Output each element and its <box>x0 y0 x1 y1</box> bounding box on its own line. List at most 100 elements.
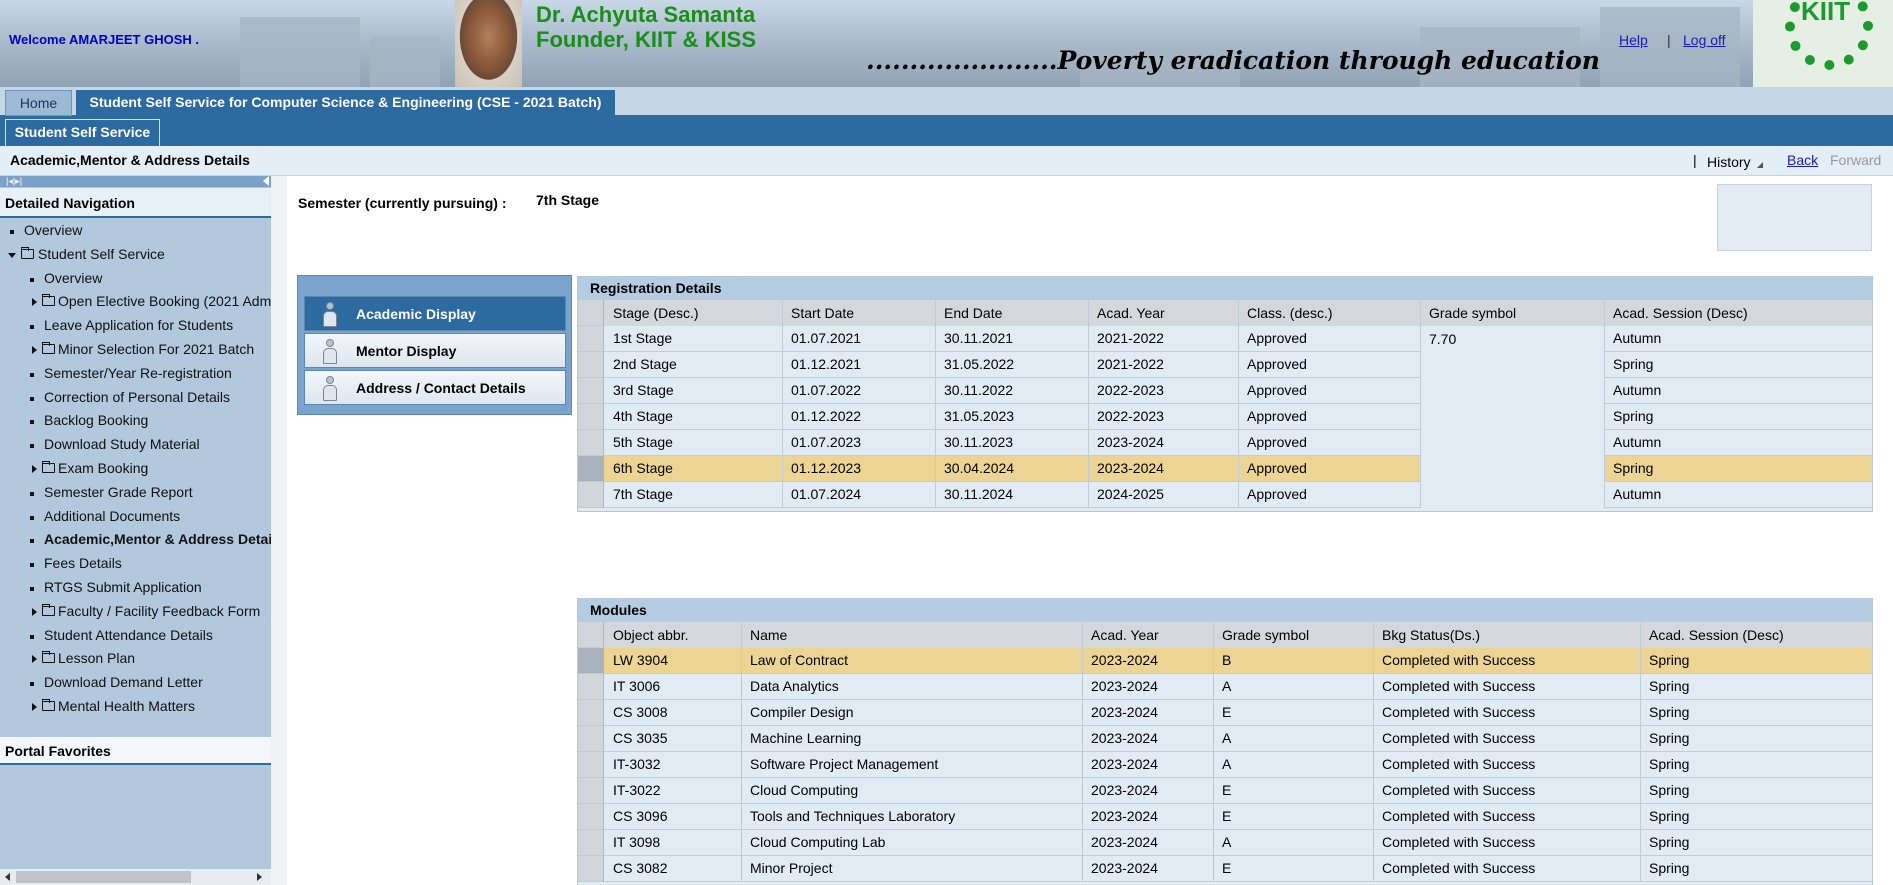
collapse-arrow-icon[interactable] <box>263 176 269 186</box>
table-row[interactable]: LW 3904 Law of Contract 2023-2024 B Complete… <box>578 648 1873 674</box>
row-selector[interactable] <box>578 326 604 352</box>
tab-address-contact-details[interactable]: Address / Contact Details <box>304 370 566 405</box>
table-row[interactable]: CS 3008 Compiler Design 2023-2024 E Complete… <box>578 700 1873 726</box>
sidebar-item[interactable]: Semester/Year Re-registration <box>20 365 271 387</box>
table-cell: 2024-2025 <box>1089 482 1239 508</box>
row-selector[interactable] <box>578 456 604 482</box>
tab-student-self-service-cse[interactable]: Student Self Service for Computer Scienc… <box>76 90 615 116</box>
collapsed-arrow-icon[interactable] <box>32 655 37 664</box>
sidebar-item[interactable]: Faculty / Facility Feedback Form <box>20 603 271 625</box>
sidebar-toggle-bar[interactable]: |◂|▸| <box>0 176 271 187</box>
back-link[interactable]: Back <box>1787 152 1818 168</box>
tab-academic-display[interactable]: Academic Display <box>304 296 566 331</box>
column-header[interactable]: End Date <box>936 300 1089 326</box>
row-selector[interactable] <box>578 648 604 674</box>
column-header[interactable]: Acad. Year <box>1089 300 1239 326</box>
sidebar-item[interactable]: Leave Application for Students <box>20 317 271 339</box>
sidebar-item[interactable]: Student Attendance Details <box>20 627 271 649</box>
row-selector[interactable] <box>578 404 604 430</box>
horizontal-scrollbar[interactable] <box>0 869 271 885</box>
row-selector[interactable] <box>578 804 604 830</box>
table-row[interactable]: CS 3035 Machine Learning 2023-2024 A Complet… <box>578 726 1873 752</box>
row-selector[interactable] <box>578 856 604 882</box>
table-row[interactable]: IT 3098 Cloud Computing Lab 2023-2024 A Comp… <box>578 830 1873 856</box>
column-header[interactable]: Class. (desc.) <box>1239 300 1421 326</box>
column-header[interactable]: Start Date <box>783 300 936 326</box>
select-all-cell[interactable] <box>578 300 604 326</box>
collapsed-arrow-icon[interactable] <box>32 703 37 711</box>
help-link[interactable]: Help <box>1619 32 1648 48</box>
sidebar-item[interactable]: Student Self Service <box>0 246 271 268</box>
table-row[interactable]: 6th Stage 01.12.2023 30.04.2024 2023-2024 Ap… <box>578 456 1873 482</box>
row-selector[interactable] <box>578 378 604 404</box>
sidebar-item[interactable]: Download Study Material <box>20 436 271 458</box>
sidebar-item[interactable]: Semester Grade Report <box>20 484 271 506</box>
table-cell: Spring <box>1641 674 1873 700</box>
tab-student-self-service[interactable]: Student Self Service <box>5 119 160 146</box>
table-row[interactable]: IT-3022 Cloud Computing 2023-2024 E Complete… <box>578 778 1873 804</box>
row-selector[interactable] <box>578 830 604 856</box>
sidebar-item[interactable]: Academic,Mentor & Address Detai <box>20 531 271 553</box>
history-dropdown-icon[interactable] <box>1757 162 1763 168</box>
tab-mentor-display[interactable]: Mentor Display <box>304 333 566 368</box>
scrollbar-thumb[interactable] <box>16 871 191 883</box>
tab-home[interactable]: Home <box>5 90 72 116</box>
sidebar-item[interactable]: Correction of Personal Details <box>20 389 271 411</box>
column-header[interactable]: Name <box>742 622 1083 648</box>
table-row[interactable]: IT 3006 Data Analytics 2023-2024 A Completed… <box>578 674 1873 700</box>
scroll-right-icon[interactable] <box>257 873 262 881</box>
column-header[interactable]: Stage (Desc.) <box>605 300 783 326</box>
history-dropdown[interactable]: History <box>1707 154 1751 170</box>
table-row[interactable]: 5th Stage 01.07.2023 30.11.2023 2023-2024 Ap… <box>578 430 1873 456</box>
row-selector[interactable] <box>578 674 604 700</box>
table-cell: Compiler Design <box>742 700 1083 726</box>
sidebar-item[interactable]: Open Elective Booking (2021 Adm <box>20 293 271 315</box>
table-row[interactable]: 3rd Stage 01.07.2022 30.11.2022 2022-2023 Ap… <box>578 378 1873 404</box>
row-selector[interactable] <box>578 430 604 456</box>
row-selector[interactable] <box>578 482 604 508</box>
logoff-link[interactable]: Log off <box>1683 32 1726 48</box>
sidebar-item[interactable]: Fees Details <box>20 555 271 577</box>
table-row[interactable]: CS 3082 Minor Project 2023-2024 E Completed … <box>578 856 1873 882</box>
row-selector[interactable] <box>578 752 604 778</box>
collapsed-arrow-icon[interactable] <box>32 298 37 307</box>
collapsed-arrow-icon[interactable] <box>32 465 37 473</box>
table-row[interactable]: 7th Stage 01.07.2024 30.11.2024 2024-2025 Ap… <box>578 482 1873 508</box>
row-selector[interactable] <box>578 352 604 378</box>
expanded-arrow-icon[interactable] <box>8 252 16 258</box>
sidebar-item[interactable]: Overview <box>20 270 271 292</box>
sidebar-toggle-icons[interactable]: |◂|▸| <box>6 176 22 187</box>
collapsed-arrow-icon[interactable] <box>32 607 37 616</box>
sidebar-splitter[interactable] <box>271 176 287 885</box>
sidebar-item[interactable]: Backlog Booking <box>20 412 271 434</box>
column-header[interactable]: Grade symbol <box>1214 622 1374 648</box>
row-selector[interactable] <box>578 778 604 804</box>
column-header[interactable]: Acad. Session (Desc) <box>1605 300 1873 326</box>
scroll-left-icon[interactable] <box>5 873 10 881</box>
table-cell: IT 3006 <box>605 674 742 700</box>
sidebar-item[interactable]: Additional Documents <box>20 508 271 530</box>
table-cell: Approved <box>1239 456 1421 482</box>
column-header[interactable]: Object abbr. <box>605 622 742 648</box>
sidebar-item[interactable]: Exam Booking <box>20 460 271 482</box>
table-cell: IT 3098 <box>605 830 742 856</box>
sidebar-item[interactable]: Download Demand Letter <box>20 674 271 696</box>
collapsed-arrow-icon[interactable] <box>32 346 37 354</box>
table-row[interactable]: CS 3096 Tools and Techniques Laboratory 20… <box>578 804 1873 830</box>
table-row[interactable]: 2nd Stage 01.12.2021 31.05.2022 2021-2022 Ap… <box>578 352 1873 378</box>
sidebar-item[interactable]: Overview <box>0 222 271 244</box>
row-selector[interactable] <box>578 726 604 752</box>
sidebar-item[interactable]: Minor Selection For 2021 Batch <box>20 341 271 363</box>
column-header[interactable]: Bkg Status(Ds.) <box>1374 622 1641 648</box>
table-row[interactable]: 1st Stage 01.07.2021 30.11.2021 2021-2022 Ap… <box>578 326 1873 352</box>
column-header[interactable]: Acad. Session (Desc) <box>1641 622 1873 648</box>
sidebar-item[interactable]: Mental Health Matters <box>20 698 271 720</box>
column-header[interactable]: Grade symbol <box>1421 300 1605 326</box>
row-selector[interactable] <box>578 700 604 726</box>
sidebar-item[interactable]: RTGS Submit Application <box>20 579 271 601</box>
table-row[interactable]: 4th Stage 01.12.2022 31.05.2023 2022-2023 Ap… <box>578 404 1873 430</box>
select-all-cell[interactable] <box>578 622 604 648</box>
sidebar-item[interactable]: Lesson Plan <box>20 650 271 672</box>
table-row[interactable]: IT-3032 Software Project Management 2023-2… <box>578 752 1873 778</box>
column-header[interactable]: Acad. Year <box>1083 622 1214 648</box>
